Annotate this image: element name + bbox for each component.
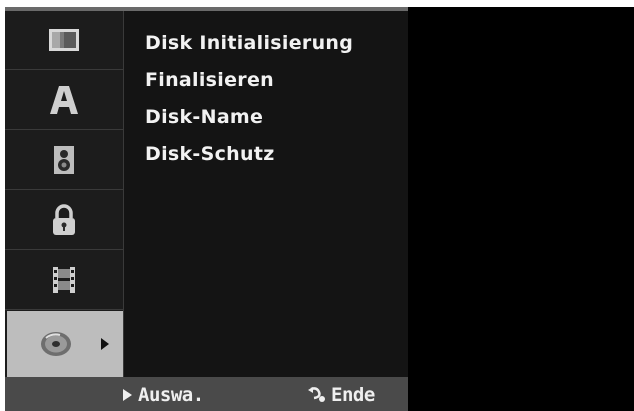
video-area: [408, 7, 634, 411]
menu-item-disc-name[interactable]: Disk-Name: [145, 106, 353, 143]
select-label: Auswa.: [138, 384, 204, 406]
sidebar: [5, 11, 124, 377]
speaker-icon: [54, 146, 74, 174]
menu-item-finalize[interactable]: Finalisieren: [145, 69, 353, 106]
lock-icon: [53, 204, 75, 235]
sidebar-item-picture[interactable]: [5, 11, 123, 70]
return-icon: [308, 387, 325, 402]
sidebar-item-recording[interactable]: [5, 251, 123, 310]
help-bar: Auswa. Ende: [5, 377, 408, 411]
setup-menu-panel: Disk Initialisierung Finalisieren Disk-N…: [5, 7, 408, 411]
sidebar-item-audio[interactable]: [5, 131, 123, 190]
sidebar-item-disc[interactable]: [7, 311, 123, 377]
dvd-setup-screen: Disk Initialisierung Finalisieren Disk-N…: [0, 0, 634, 411]
menu-item-disc-protect[interactable]: Disk-Schutz: [145, 143, 353, 180]
disc-icon: [41, 332, 71, 356]
exit-hint: Ende: [305, 384, 375, 406]
screen-icon: [49, 29, 79, 51]
film-icon: [53, 267, 75, 293]
play-icon: [123, 389, 132, 401]
select-hint: Auswa.: [123, 384, 204, 406]
letter-a-icon: [50, 86, 78, 114]
sidebar-item-lock[interactable]: [5, 191, 123, 250]
menu-item-disc-init[interactable]: Disk Initialisierung: [145, 32, 353, 69]
disc-menu-list: Disk Initialisierung Finalisieren Disk-N…: [145, 32, 353, 180]
sidebar-item-language[interactable]: [5, 71, 123, 130]
exit-label: Ende: [331, 384, 375, 406]
submenu-arrow-icon: [101, 338, 109, 350]
